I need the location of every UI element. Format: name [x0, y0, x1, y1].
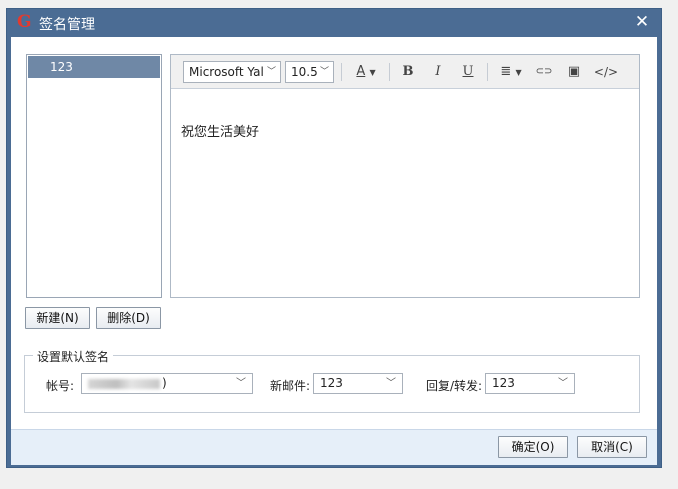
new-mail-label: 新邮件:	[270, 379, 311, 393]
align-button[interactable]: ≣ ▼	[495, 61, 527, 83]
editor-content[interactable]: 祝您生活美好	[181, 121, 259, 140]
image-icon[interactable]: ▣	[563, 61, 585, 83]
caret-down-icon: ▼	[515, 68, 522, 77]
editor-toolbar: Microsoft Yal ﹀ 10.5 ﹀ A ▼ B I U ≣ ▼ ⊂⊃ …	[171, 55, 639, 89]
reply-forward-label: 回复/转发:	[426, 379, 483, 393]
dialog-footer: 确定(O) 取消(C)	[11, 429, 657, 465]
chevron-down-icon: ﹀	[266, 67, 276, 77]
ok-button[interactable]: 确定(O)	[498, 436, 568, 458]
signature-list[interactable]: 123	[26, 54, 162, 298]
source-code-icon[interactable]: </>	[593, 61, 619, 83]
italic-icon[interactable]: I	[428, 61, 448, 83]
title-bar: G 签名管理 ✕	[7, 9, 661, 36]
link-icon[interactable]: ⊂⊃	[533, 61, 555, 83]
window-title: 签名管理	[39, 17, 95, 33]
font-size-value: 10.5	[291, 65, 318, 79]
toolbar-divider	[487, 63, 488, 81]
signature-list-item[interactable]: 123	[28, 56, 160, 78]
dialog-body: 123 Microsoft Yal ﹀ 10.5 ﹀ A ▼ B I U ≣ ▼…	[11, 37, 657, 429]
signature-editor: Microsoft Yal ﹀ 10.5 ﹀ A ▼ B I U ≣ ▼ ⊂⊃ …	[170, 54, 640, 298]
caret-down-icon: ▼	[369, 68, 376, 77]
font-family-value: Microsoft Yal	[189, 65, 264, 79]
cancel-button[interactable]: 取消(C)	[577, 436, 647, 458]
redacted-account-text	[88, 379, 160, 389]
font-size-select[interactable]: 10.5 ﹀	[285, 61, 334, 83]
chevron-down-icon: ﹀	[558, 378, 568, 389]
chevron-down-icon: ﹀	[319, 67, 329, 77]
close-icon[interactable]: ✕	[631, 11, 653, 33]
font-color-button[interactable]: A ▼	[349, 61, 383, 83]
reply-forward-value: 123	[492, 376, 515, 390]
chevron-down-icon: ﹀	[236, 378, 246, 389]
font-color-icon: A	[356, 64, 366, 79]
chevron-down-icon: ﹀	[386, 378, 396, 389]
toolbar-divider	[389, 63, 390, 81]
account-select[interactable]: ) ﹀	[81, 373, 253, 394]
align-icon: ≣	[500, 64, 512, 79]
new-mail-select[interactable]: 123 ﹀	[313, 373, 403, 394]
font-family-select[interactable]: Microsoft Yal ﹀	[183, 61, 281, 83]
account-label: 帐号:	[46, 379, 75, 393]
account-value: )	[162, 376, 167, 390]
delete-button[interactable]: 删除(D)	[96, 307, 161, 329]
new-button[interactable]: 新建(N)	[25, 307, 90, 329]
default-signature-title: 设置默认签名	[33, 348, 114, 365]
bold-icon[interactable]: B	[398, 61, 418, 83]
underline-icon[interactable]: U	[458, 61, 478, 83]
app-logo-icon: G	[17, 12, 32, 32]
reply-forward-select[interactable]: 123 ﹀	[485, 373, 575, 394]
toolbar-divider	[341, 63, 342, 81]
new-mail-value: 123	[320, 376, 343, 390]
signature-dialog: G 签名管理 ✕ 123 Microsoft Yal ﹀ 10.5 ﹀ A ▼	[6, 8, 662, 468]
